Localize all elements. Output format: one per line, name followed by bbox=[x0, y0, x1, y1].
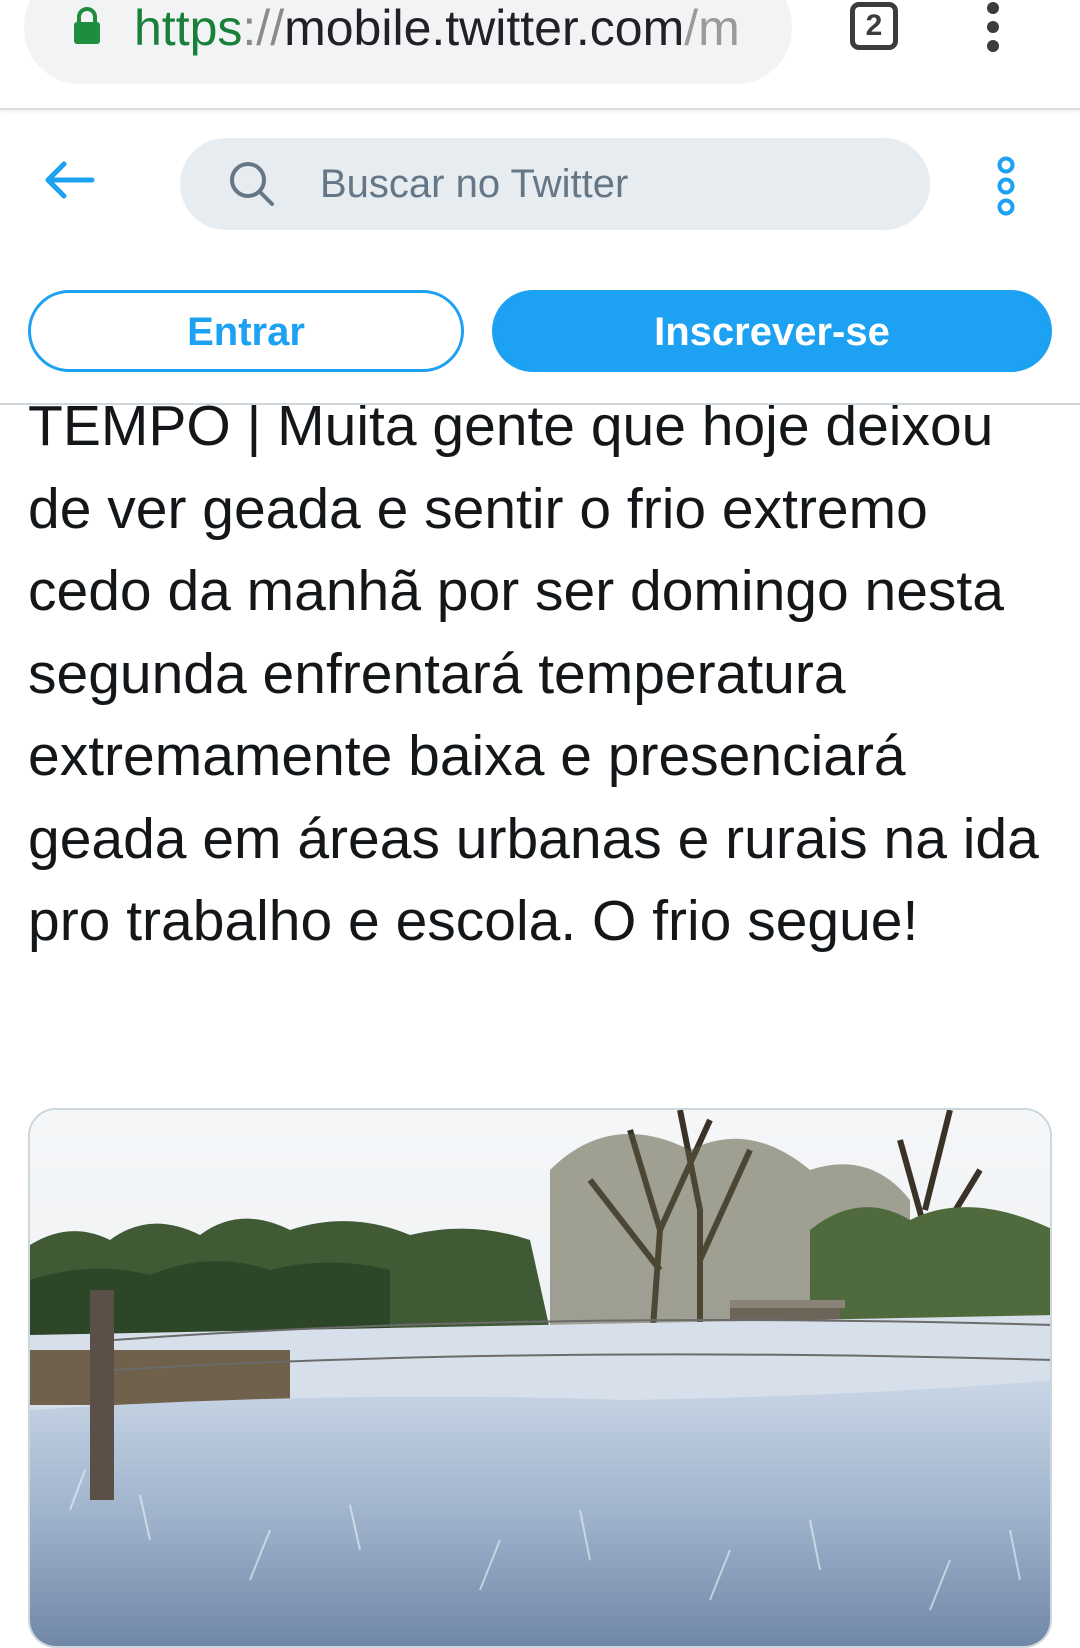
back-arrow-icon[interactable] bbox=[42, 160, 96, 200]
search-icon bbox=[230, 162, 274, 206]
tweet-text: TEMPO | Muita gente que hoje deixou de v… bbox=[28, 405, 1039, 953]
lock-icon bbox=[74, 7, 100, 44]
search-box[interactable] bbox=[180, 138, 930, 230]
tweet-photo[interactable] bbox=[28, 1108, 1052, 1648]
url-text: https://mobile.twitter.com/m bbox=[134, 0, 774, 56]
vertical-dots-icon[interactable] bbox=[978, 0, 1008, 56]
signup-button[interactable]: Inscrever-se bbox=[492, 290, 1052, 372]
twitter-header bbox=[0, 110, 1080, 245]
search-input[interactable] bbox=[320, 156, 880, 212]
tab-switcher-button[interactable]: 2 bbox=[850, 2, 898, 50]
url-path: /m bbox=[684, 0, 740, 56]
url-separator: :// bbox=[242, 0, 285, 56]
more-options-icon[interactable] bbox=[994, 156, 1018, 216]
tweet-body: TEMPO | Muita gente que hoje deixou de v… bbox=[0, 405, 1080, 1045]
url-scheme: https bbox=[134, 0, 243, 56]
browser-toolbar: https://mobile.twitter.com/m 2 bbox=[0, 0, 1080, 110]
login-button[interactable]: Entrar bbox=[28, 290, 464, 372]
url-host: mobile.twitter.com bbox=[284, 0, 685, 56]
frost-field-image bbox=[30, 1110, 1050, 1646]
address-bar[interactable]: https://mobile.twitter.com/m bbox=[24, 0, 792, 84]
